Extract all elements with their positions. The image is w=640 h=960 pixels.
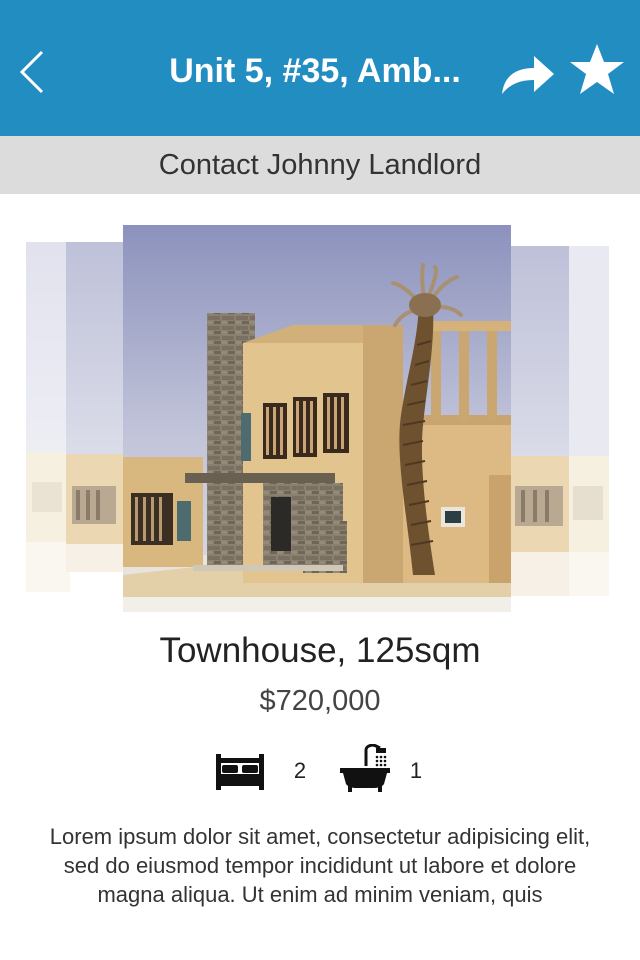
share-arrow-icon [502, 56, 554, 94]
property-title: Townhouse, 125sqm [159, 631, 481, 670]
contact-label: Contact Johnny Landlord [158, 149, 482, 181]
star-icon [570, 44, 624, 94]
property-price: $720,000 [259, 685, 381, 717]
bathroom-count: 1 [409, 758, 423, 783]
property-features: 2 1 [0, 740, 640, 796]
bedroom-count: 2 [293, 758, 307, 783]
carousel-card-prev-2[interactable] [26, 242, 70, 592]
carousel-card-next[interactable] [511, 246, 569, 596]
share-button[interactable] [500, 52, 556, 96]
app-header: Unit 5, #35, Amb... [0, 0, 640, 136]
bed-icon [216, 754, 264, 790]
property-description: Lorem ipsum dolor sit amet, consectetur … [49, 824, 591, 907]
contact-landlord-button[interactable]: Contact Johnny Landlord [0, 136, 640, 194]
page-title: Unit 5, #35, Amb... [169, 52, 461, 90]
carousel-card-next-2[interactable] [569, 246, 609, 596]
property-photo[interactable] [123, 225, 511, 612]
bathtub-icon [340, 744, 390, 792]
back-button[interactable] [14, 48, 54, 96]
photo-carousel[interactable] [0, 196, 640, 626]
carousel-card-prev[interactable] [66, 242, 124, 572]
favorite-button[interactable] [568, 42, 626, 98]
chevron-left-icon [19, 50, 44, 94]
